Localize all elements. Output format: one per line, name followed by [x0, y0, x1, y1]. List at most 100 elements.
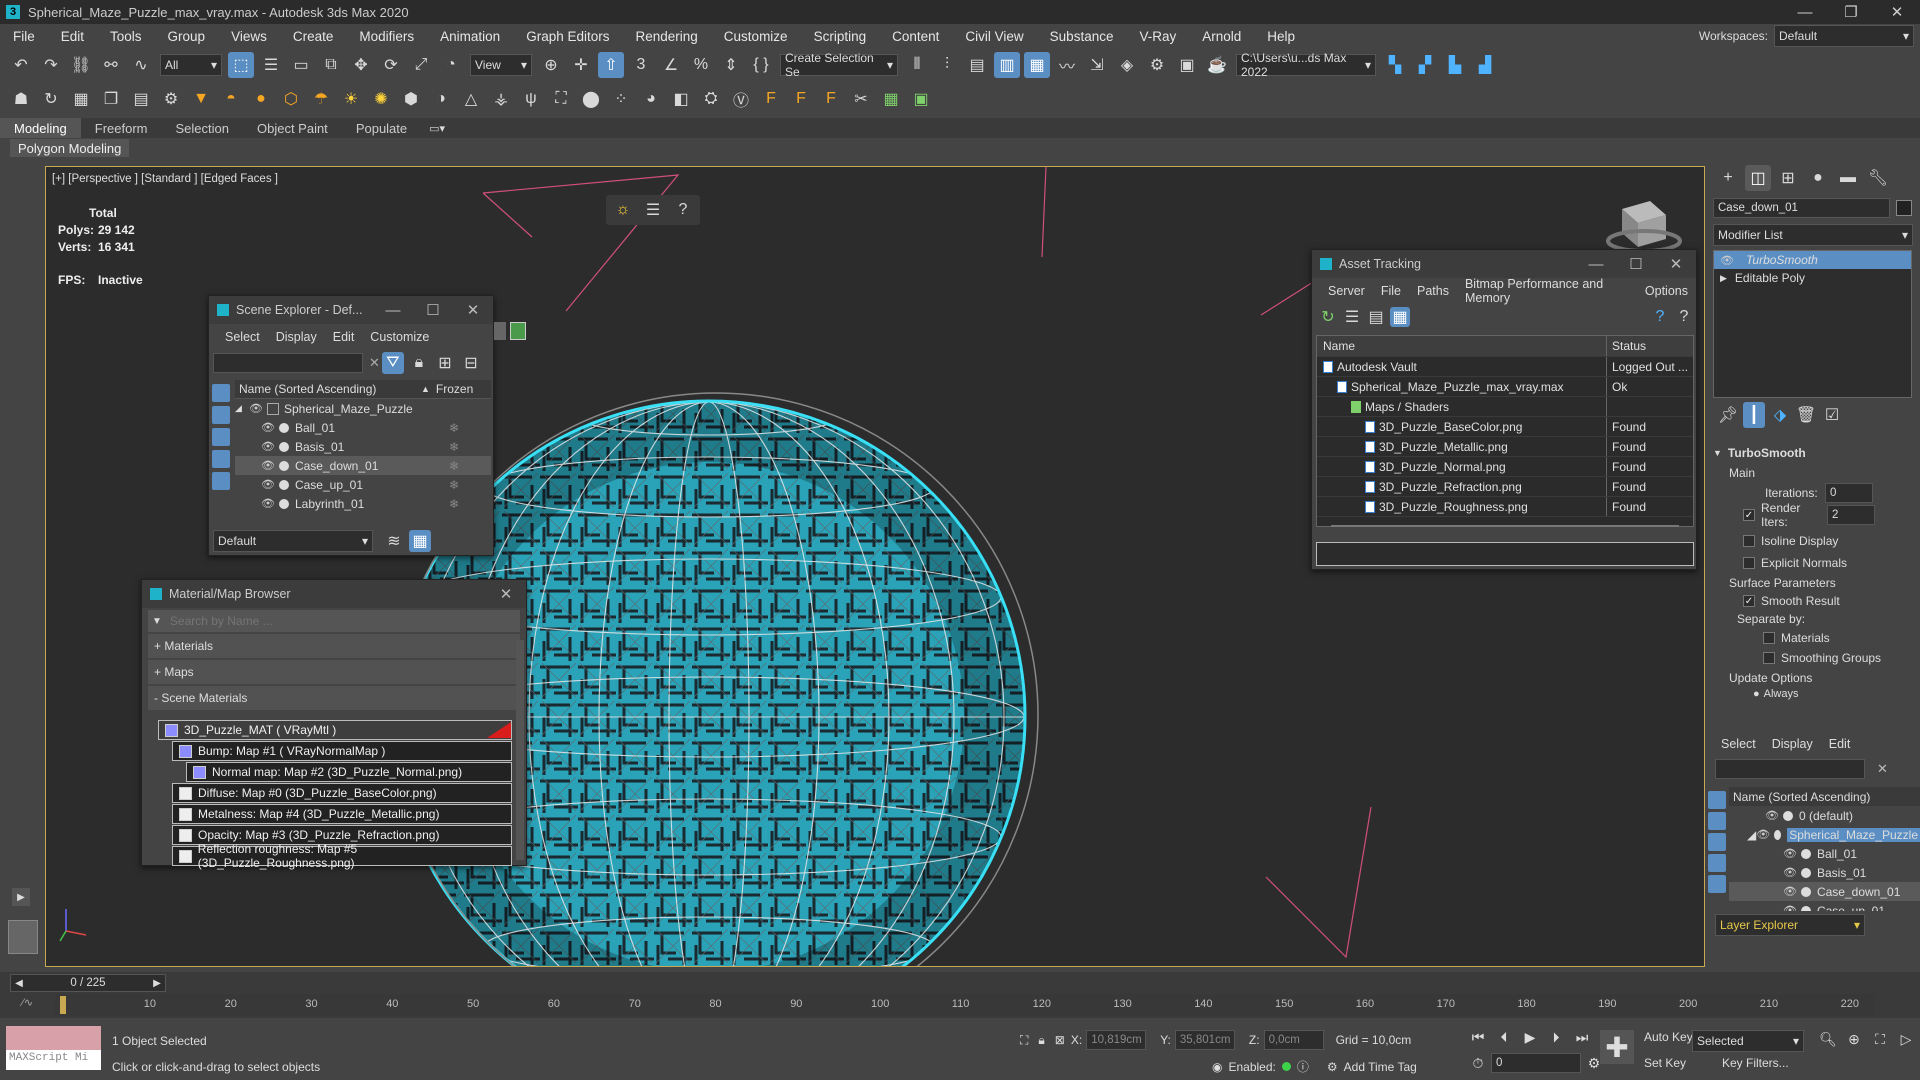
frame-buffer-icon[interactable]: ▦ — [68, 86, 94, 112]
eye-icon[interactable]: 👁︎ — [1783, 904, 1797, 911]
pin-stack-icon[interactable]: 📌︎ — [1717, 402, 1739, 428]
menu-create[interactable]: Create — [280, 29, 347, 44]
rendered-frame-window-icon[interactable]: ▣ — [1174, 52, 1200, 78]
percent-snap-icon[interactable]: % — [688, 52, 714, 78]
fp-icon[interactable]: F — [758, 86, 784, 112]
auto-key-button[interactable]: Auto Key — [1644, 1030, 1693, 1044]
ambient-light-icon[interactable]: ✺ — [368, 86, 394, 112]
curve-editor-icon[interactable]: 〰 — [1054, 52, 1080, 78]
help-icon[interactable]: ? — [670, 197, 696, 223]
key-mode-icon[interactable]: ⏱ — [1465, 1052, 1491, 1074]
eye-icon[interactable]: 👁︎ — [261, 478, 275, 491]
expand-tree-icon[interactable]: ⊟ — [460, 352, 482, 374]
explicit-normals-checkbox[interactable] — [1743, 557, 1755, 569]
eye-icon[interactable]: 👁︎ — [1765, 809, 1779, 822]
menu-edit[interactable]: Edit — [1821, 737, 1859, 751]
close-icon[interactable]: ✕ — [1656, 255, 1696, 273]
open-project-icon[interactable]: ▞ — [1412, 52, 1438, 78]
menu-edit[interactable]: Edit — [48, 29, 97, 44]
go-to-end-icon[interactable]: ⏭ — [1569, 1026, 1595, 1048]
render-setup-icon[interactable]: ⚙ — [1144, 52, 1170, 78]
table-row[interactable]: Maps / Shaders — [1317, 397, 1693, 417]
sphere-fade-icon[interactable]: △ — [458, 86, 484, 112]
select-object-icon[interactable]: ⬚ — [228, 52, 254, 78]
list-item[interactable]: ◢ 👁︎ Spherical_Maze_Puzzle — [1729, 825, 1920, 844]
display-objects-icon[interactable] — [1708, 791, 1726, 809]
material-item[interactable]: Metalness: Map #4 (3D_Puzzle_Metallic.pn… — [172, 804, 512, 824]
new-project-icon[interactable]: ▟ — [1472, 52, 1498, 78]
scene-converter-icon[interactable]: ⛭ — [698, 86, 724, 112]
utilities-tab-icon[interactable]: 🔧︎ — [1865, 165, 1891, 191]
materials-checkbox[interactable] — [1763, 632, 1775, 644]
list-item[interactable]: 👁︎ Case_down_01 ❄ — [235, 456, 491, 475]
project-path-dropdown[interactable]: C:\Users\u...ds Max 2022 ▾ — [1236, 51, 1376, 79]
rect-selection-icon[interactable]: ▭ — [288, 52, 314, 78]
green-panel-icon[interactable] — [509, 322, 526, 340]
material-item[interactable]: Normal map: Map #2 (3D_Puzzle_Normal.png… — [186, 762, 512, 782]
display-geometry-icon[interactable] — [212, 406, 230, 424]
filter-icon[interactable]: ⛛ — [381, 352, 404, 374]
table-row[interactable]: Autodesk Vault Logged Out ... — [1317, 357, 1693, 377]
modifier-editable-poly[interactable]: ▶ Editable Poly — [1714, 269, 1911, 287]
remove-modifier-icon[interactable]: 🗑︎ — [1795, 402, 1817, 428]
viewcube-icon[interactable] — [1606, 201, 1682, 253]
prev-frame-icon[interactable]: ◀ — [11, 978, 27, 989]
display-cameras-icon[interactable] — [212, 450, 230, 468]
list-item[interactable]: 👁︎ Labyrinth_01 ❄ — [235, 494, 491, 513]
workspace-dropdown[interactable]: Default ▾ — [1774, 25, 1914, 47]
asset-table-header[interactable]: Name Status — [1317, 336, 1693, 357]
hierarchy-tab-icon[interactable]: ⊞ — [1775, 165, 1801, 191]
tools-icon[interactable]: ✂ — [848, 86, 874, 112]
material-copy-icon[interactable]: ◧ — [668, 86, 694, 112]
menu-modifiers[interactable]: Modifiers — [346, 29, 427, 44]
menu-views[interactable]: Views — [218, 29, 280, 44]
toggle-scene-explorer-icon[interactable]: ▤ — [964, 52, 990, 78]
material-search-input[interactable] — [169, 614, 500, 628]
menu-select[interactable]: Select — [217, 330, 268, 344]
mirror-icon[interactable]: ⫴ — [904, 52, 930, 78]
browser-section[interactable]: + Maps — [148, 660, 520, 684]
iterations-spinner[interactable]: 0 — [1825, 483, 1873, 503]
scene-tree-root[interactable]: ◢ 👁︎ Spherical_Maze_Puzzle — [235, 399, 491, 418]
selection-filter-dropdown[interactable]: All ▾ — [160, 54, 222, 76]
eye-icon[interactable]: 👁︎ — [1756, 828, 1770, 841]
close-icon[interactable]: ✕ — [453, 301, 493, 319]
material-editor-icon[interactable]: ◈ — [1114, 52, 1140, 78]
menu-animation[interactable]: Animation — [427, 29, 513, 44]
minimize-icon[interactable]: — — [1782, 4, 1828, 21]
menu-edit[interactable]: Edit — [325, 330, 363, 344]
clear-search-icon[interactable]: ✕ — [369, 355, 380, 371]
toggle-layer-explorer-icon[interactable]: ▥ — [994, 52, 1020, 78]
menu-civil-view[interactable]: Civil View — [952, 29, 1036, 44]
link-icon[interactable]: ⛓ — [68, 52, 94, 78]
proxy-icon[interactable]: ⬢ — [398, 86, 424, 112]
table-row[interactable]: 3D_Puzzle_Refraction.png Found — [1317, 477, 1693, 497]
display-cameras-icon[interactable] — [1708, 854, 1726, 872]
freeze-icon[interactable]: ❄ — [449, 459, 459, 473]
keyboard-shortcut-override-icon[interactable]: ⇧ — [598, 52, 624, 78]
current-frame-field[interactable]: 0 — [1491, 1053, 1581, 1073]
menu-server[interactable]: Server — [1320, 284, 1373, 298]
table-row[interactable]: 3D_Puzzle_Metallic.png Found — [1317, 437, 1693, 457]
viewport-layout-icon[interactable] — [8, 920, 38, 954]
key-set-dropdown[interactable]: Selected ▾ — [1692, 1030, 1804, 1052]
explorer-type-dropdown[interactable]: Layer Explorer ▾ — [1715, 914, 1865, 936]
undo-icon[interactable]: ↶ — [8, 52, 34, 78]
ribbon-tab-populate[interactable]: Populate — [342, 118, 421, 138]
zoom-all-icon[interactable]: ⊕ — [1841, 1028, 1867, 1050]
select-by-name-icon[interactable]: ☰ — [258, 52, 284, 78]
render-iters-spinner[interactable]: 2 — [1827, 505, 1875, 525]
toolbar-handle-icon[interactable] — [494, 322, 506, 340]
pivot-icon[interactable]: ⊕ — [538, 52, 564, 78]
mesh-light-icon[interactable]: ⬡ — [278, 86, 304, 112]
list-item[interactable]: 👁︎ Basis_01 ❄ — [235, 437, 491, 456]
y-coordinate-field[interactable]: 35,801cm — [1174, 1030, 1235, 1050]
context-help-icon[interactable]: ? — [1674, 307, 1694, 327]
object-color-swatch[interactable] — [1896, 200, 1912, 216]
display-lights-icon[interactable] — [212, 428, 230, 446]
list-item[interactable]: 👁︎ Case_up_01 — [1729, 901, 1920, 911]
fe-icon[interactable]: F — [818, 86, 844, 112]
dome-light-icon[interactable]: ◓ — [218, 86, 244, 112]
toggle-ribbon-icon[interactable]: ▦ — [1024, 52, 1050, 78]
menu-v-ray[interactable]: V-Ray — [1126, 29, 1189, 44]
